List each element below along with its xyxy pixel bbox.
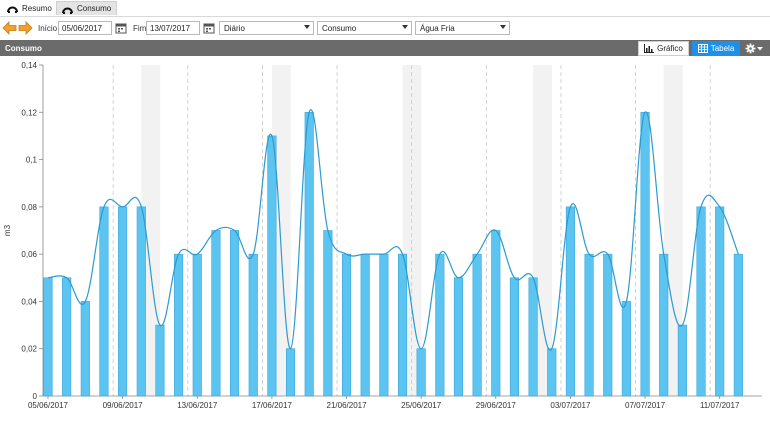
data-bar — [43, 277, 53, 397]
resource-select[interactable]: Água Fria — [415, 21, 510, 35]
previous-period-button[interactable] — [2, 21, 17, 35]
start-date-label: Início — [38, 24, 58, 33]
tab-consumo[interactable]: Consumo — [56, 1, 118, 15]
chevron-down-icon — [500, 25, 506, 29]
resource-select-value: Água Fria — [420, 24, 455, 33]
consumption-chart: 0 0,02 0,04 0,06 0,08 0,1 0,12 0,14 m3 05/06/2017… — [0, 56, 770, 419]
chevron-down-icon — [757, 47, 763, 51]
bar-chart-icon — [644, 44, 655, 53]
data-bar — [435, 253, 445, 397]
x-tick-label: 29/06/2017 — [476, 401, 517, 410]
data-bar — [603, 253, 613, 397]
data-bar — [136, 206, 146, 397]
chart-svg: 0 0,02 0,04 0,06 0,08 0,1 0,12 0,14 m3 05/06/2017… — [3, 61, 762, 410]
tab-resumo-label: Resumo — [22, 3, 52, 13]
tab-consumo-label: Consumo — [77, 4, 112, 13]
panel-title: Consumo — [5, 44, 42, 53]
gear-icon — [745, 43, 756, 54]
end-date-label: Fim — [133, 24, 147, 33]
x-tick-label: 11/07/2017 — [700, 401, 740, 410]
period-select-value: Diário — [224, 24, 245, 33]
y-tick-label: 0,06 — [21, 250, 37, 259]
data-bar — [677, 324, 687, 397]
table-icon — [697, 44, 708, 53]
chart-view-label: Gráfico — [657, 44, 683, 53]
data-bar — [472, 253, 482, 397]
tab-bar: Resumo Consumo — [0, 0, 770, 15]
y-tick-label: 0,1 — [26, 156, 38, 165]
gauge-icon — [62, 4, 73, 14]
data-bar — [659, 253, 669, 397]
arrow-left-icon — [2, 21, 17, 35]
start-calendar-button[interactable] — [115, 21, 127, 35]
data-bar — [80, 301, 90, 397]
data-bar — [733, 253, 743, 397]
x-tick-label: 03/07/2017 — [550, 401, 591, 410]
y-tick-label: 0 — [33, 392, 38, 401]
filter-toolbar: Início 05/06/2017 Fim 13/07/2017 Diário … — [0, 16, 770, 41]
data-bar — [155, 324, 165, 397]
calendar-icon — [115, 23, 127, 34]
y-tick-label: 0,02 — [21, 345, 37, 354]
data-bar — [323, 230, 333, 397]
data-bar — [211, 230, 221, 397]
x-tick-label: 05/06/2017 — [28, 401, 69, 410]
table-view-button[interactable]: Tabela — [692, 41, 740, 56]
data-bar — [248, 253, 258, 397]
x-tick-label: 25/06/2017 — [401, 401, 442, 410]
data-bar — [715, 206, 725, 397]
metric-select[interactable]: Consumo — [317, 21, 412, 35]
settings-menu-button[interactable] — [745, 42, 767, 55]
data-bar — [285, 348, 296, 397]
x-tick-label: 07/07/2017 — [625, 401, 666, 410]
data-bar — [491, 230, 501, 397]
data-bar — [99, 206, 109, 397]
data-bar — [397, 253, 408, 397]
y-tick-label: 0,14 — [21, 61, 37, 70]
gauge-icon — [7, 3, 18, 13]
data-bar — [696, 206, 706, 397]
next-period-button[interactable] — [18, 21, 33, 35]
data-bar — [640, 111, 650, 397]
data-bar — [360, 253, 370, 397]
data-bar — [341, 253, 352, 397]
x-tick-label: 13/06/2017 — [177, 401, 218, 410]
data-bar — [528, 277, 538, 397]
data-bar — [192, 253, 202, 397]
data-bar — [547, 348, 557, 397]
data-bar — [621, 301, 631, 397]
data-bar — [584, 253, 594, 397]
panel-header: Consumo Gráfico Tabela — [0, 40, 770, 56]
y-axis-label: m3 — [3, 224, 12, 236]
start-date-input[interactable]: 05/06/2017 — [58, 21, 112, 35]
data-bar — [174, 253, 184, 397]
end-calendar-button[interactable] — [203, 21, 215, 35]
chevron-down-icon — [402, 25, 408, 29]
x-tick-label: 17/06/2017 — [252, 401, 293, 410]
y-tick-label: 0,12 — [21, 108, 37, 117]
x-tick-label: 21/06/2017 — [327, 401, 368, 410]
data-bar — [416, 348, 426, 397]
table-view-label: Tabela — [710, 44, 735, 53]
metric-select-value: Consumo — [322, 24, 357, 33]
data-bar — [304, 111, 314, 397]
y-tick-label: 0,08 — [21, 203, 37, 212]
x-tick-label: 09/06/2017 — [103, 401, 144, 410]
calendar-icon — [203, 23, 215, 34]
chevron-down-icon — [304, 25, 310, 29]
data-bar — [267, 135, 277, 397]
data-bar — [230, 230, 240, 397]
chart-view-button[interactable]: Gráfico — [638, 41, 689, 56]
data-bar — [453, 277, 464, 397]
data-bar — [565, 206, 575, 397]
y-tick-label: 0,04 — [21, 297, 37, 306]
data-bar — [118, 206, 128, 397]
end-date-input[interactable]: 13/07/2017 — [146, 21, 200, 35]
data-bar — [62, 277, 72, 397]
arrow-right-icon — [18, 21, 33, 35]
data-bar — [379, 253, 389, 397]
tab-resumo[interactable]: Resumo — [2, 1, 57, 15]
period-select[interactable]: Diário — [219, 21, 314, 35]
data-bar — [509, 277, 520, 397]
